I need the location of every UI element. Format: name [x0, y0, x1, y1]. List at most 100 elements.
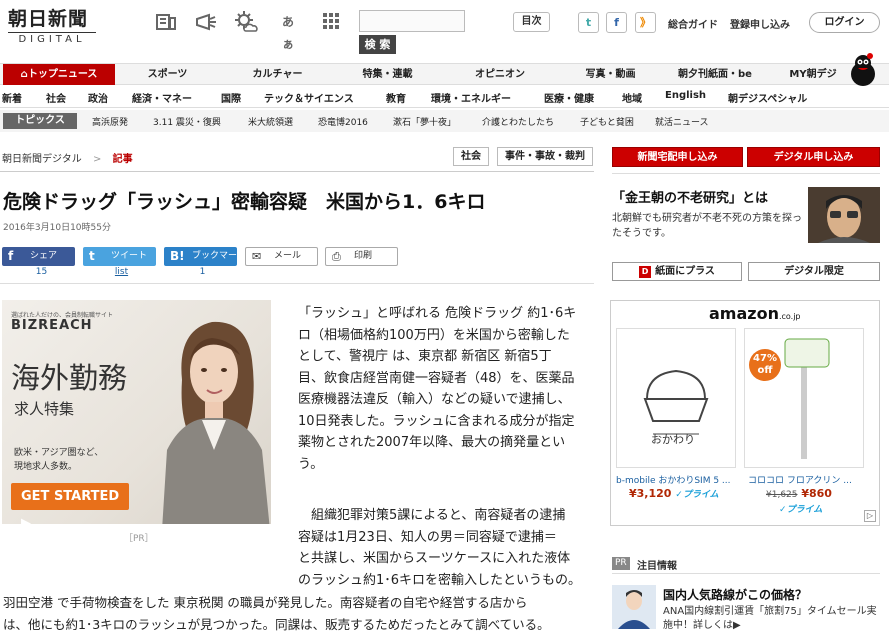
- text-line: 医療機器法違反（輸入）などの疑いで逮捕し、: [298, 392, 571, 407]
- promo-photo[interactable]: [808, 187, 880, 243]
- topic-item[interactable]: 米大統領選: [248, 115, 293, 128]
- rss-icon[interactable]: 》: [635, 12, 656, 33]
- nav-features[interactable]: 特集・連載: [345, 64, 430, 85]
- digital-limited-button[interactable]: デジタル限定: [748, 262, 880, 281]
- newspaper-icon[interactable]: [155, 11, 177, 33]
- topic-item[interactable]: 就活ニュース: [655, 115, 709, 128]
- subnav-environment[interactable]: 環境・エネルギー: [431, 90, 511, 105]
- facebook-count: 15: [35, 267, 48, 277]
- hatena-icon: B!: [170, 249, 185, 263]
- mail-button[interactable]: ✉ メール: [245, 247, 318, 266]
- facebook-share-button[interactable]: f シェア: [2, 247, 75, 266]
- topic-item[interactable]: 子どもと貧困: [580, 115, 634, 128]
- topic-item[interactable]: 漱石「夢十夜」: [393, 115, 456, 128]
- signup-link[interactable]: 登録申し込み: [730, 16, 790, 31]
- subscribe-newspaper-button[interactable]: 新聞宅配申し込み: [612, 147, 743, 167]
- tweet-button[interactable]: t ツイート: [83, 247, 156, 266]
- search-input[interactable]: [359, 10, 465, 32]
- tweet-list-link[interactable]: list: [85, 267, 158, 277]
- prime-badge: ✓プライム: [779, 505, 823, 515]
- twitter-icon[interactable]: t: [578, 12, 599, 33]
- breadcrumb-current: 記事: [112, 154, 133, 165]
- index-button[interactable]: 目次: [513, 12, 550, 32]
- product-name[interactable]: b-mobile おかわりSIM 5 ...: [616, 473, 741, 486]
- search-button[interactable]: 検 索: [359, 35, 396, 54]
- guide-link[interactable]: 総合ガイド: [668, 16, 718, 31]
- facebook-icon: f: [8, 249, 14, 263]
- subnav-local[interactable]: 地域: [622, 90, 642, 105]
- discount-badge: 47% off: [749, 349, 781, 381]
- nav-top-news[interactable]: ⌂トップニュース: [3, 64, 115, 85]
- pr-section-title: 注目情報: [637, 561, 677, 572]
- breadcrumb-home[interactable]: 朝日新聞デジタル: [2, 154, 82, 165]
- product-label: おかわり: [651, 433, 695, 446]
- promo-text: 北朝鮮でも研究者が不老不死の方策を探ったそうです。: [612, 213, 802, 239]
- subnav-society[interactable]: 社会: [46, 90, 66, 105]
- paper-plus-button[interactable]: D 紙面にプラス: [612, 262, 742, 281]
- subnav-health[interactable]: 医療・健康: [544, 90, 594, 105]
- product-image[interactable]: おかわり: [616, 328, 736, 468]
- megaphone-icon[interactable]: [194, 11, 216, 33]
- tweet-label: ツイート: [111, 251, 148, 261]
- nav-sports[interactable]: スポーツ: [125, 64, 210, 85]
- cta-label: GET STARTED: [21, 489, 120, 504]
- login-button[interactable]: ログイン: [809, 12, 880, 33]
- nav-photo-video[interactable]: 写真・動画: [568, 64, 653, 85]
- ana-photo[interactable]: [612, 585, 656, 629]
- ana-title[interactable]: 国内人気路線がこの価格？: [663, 586, 807, 603]
- font-size-icon[interactable]: あぁ: [277, 11, 299, 51]
- topic-item[interactable]: 3.11 震災・復興: [153, 115, 221, 128]
- subscribe-digital-button[interactable]: デジタル申し込み: [747, 147, 880, 167]
- amazon-logo-suffix: .co.jp: [778, 312, 801, 321]
- subnav-economy[interactable]: 経済・マネー: [132, 90, 192, 105]
- promo-title[interactable]: 「金王朝の不老研究」とは: [612, 187, 768, 206]
- ad-choices-icon[interactable]: ▷: [864, 510, 876, 522]
- text-line: う。: [298, 456, 324, 472]
- subnav-special[interactable]: 朝デジスペシャル: [728, 90, 807, 105]
- facebook-icon[interactable]: f: [606, 12, 627, 33]
- subnav-tech[interactable]: テック＆サイエンス: [264, 90, 354, 105]
- nav-paper[interactable]: 朝夕刊紙面・be: [665, 64, 765, 85]
- article-paragraph: 組織犯罪対策5課によると、南容疑者の逮捕 容疑は1月23日、知人の男＝同容疑で逮…: [298, 505, 594, 591]
- get-started-button[interactable]: GET STARTED ▶: [11, 483, 129, 524]
- bizreach-ad[interactable]: 選ばれた人だけの、会員制転職サイト BIZREACH 海外勤務 求人特集 欧米・…: [2, 300, 271, 524]
- topic-item[interactable]: 恐竜博2016: [318, 115, 368, 128]
- mascot-icon: [848, 52, 878, 88]
- subnav-english[interactable]: English: [665, 90, 706, 101]
- bookmark-count: 1: [199, 267, 206, 277]
- article-paragraph: 「ラッシュ」と呼ばれる 危険ドラッグ 約1･6キ ロ（相場価格約100万円）を米…: [298, 303, 594, 475]
- divider: [0, 171, 594, 172]
- tag-incident[interactable]: 事件・事故・裁判: [497, 147, 593, 166]
- subnav-politics[interactable]: 政治: [88, 90, 108, 105]
- ana-text[interactable]: ANA国内線割引運賃「旅割75」タイムセール実施中！詳しくは▶: [663, 605, 883, 633]
- ad-headline: 海外勤務: [11, 361, 128, 395]
- product-image[interactable]: 47% off: [744, 328, 864, 468]
- amazon-ad[interactable]: amazon.co.jp おかわり 47% off b-mobile おかわりSI…: [610, 300, 880, 526]
- nav-culture[interactable]: カルチャー: [230, 64, 325, 85]
- subnav-new[interactable]: 新着: [2, 90, 22, 105]
- topic-item[interactable]: 介護とわたしたち: [482, 115, 554, 128]
- text-line: 目、飲食店経営南健一容疑者（48）を、医薬品: [298, 370, 575, 386]
- tag-society[interactable]: 社会: [453, 147, 489, 166]
- ad-body: 欧米・アジア圏など、 現地求人多数。: [14, 446, 103, 474]
- sub-nav: 新着 社会 政治 経済・マネー 国際 テック＆サイエンス 教育 環境・エネルギー…: [0, 86, 889, 108]
- hatena-bookmark-button[interactable]: B! ブックマーク: [164, 247, 237, 280]
- paper-plus-label: 紙面にプラス: [655, 266, 715, 277]
- share-label: シェア: [30, 251, 58, 261]
- weather-icon[interactable]: [234, 11, 258, 33]
- topic-item[interactable]: 高浜原発: [92, 115, 128, 128]
- topics-bar: トピックス 高浜原発 3.11 震災・復興 米大統領選 恐竜博2016 漱石「夢…: [0, 110, 889, 132]
- print-icon: ⎙: [332, 250, 341, 263]
- site-logo[interactable]: 朝日新聞 DIGITAL: [8, 4, 108, 45]
- print-button[interactable]: ⎙ 印刷: [325, 247, 398, 266]
- text-line: 薬物とされた2007年以降、最大の摘発量とい: [298, 435, 566, 450]
- grid-menu-icon[interactable]: [320, 11, 342, 33]
- nav-opinion[interactable]: オピニオン: [455, 64, 545, 85]
- nav-my[interactable]: MY朝デジ: [778, 64, 848, 85]
- text-line: は、他にも約1･3キロのラッシュが見つかった。同課は、販売するためだったとみて調…: [3, 616, 550, 632]
- breadcrumb: 朝日新聞デジタル > 記事: [2, 150, 133, 165]
- product-name[interactable]: コロコロ フロアクリン ...: [748, 473, 873, 486]
- text-line: 組織犯罪対策5課によると、南容疑者の逮捕: [298, 508, 566, 523]
- subnav-world[interactable]: 国際: [221, 90, 241, 105]
- subnav-education[interactable]: 教育: [386, 90, 406, 105]
